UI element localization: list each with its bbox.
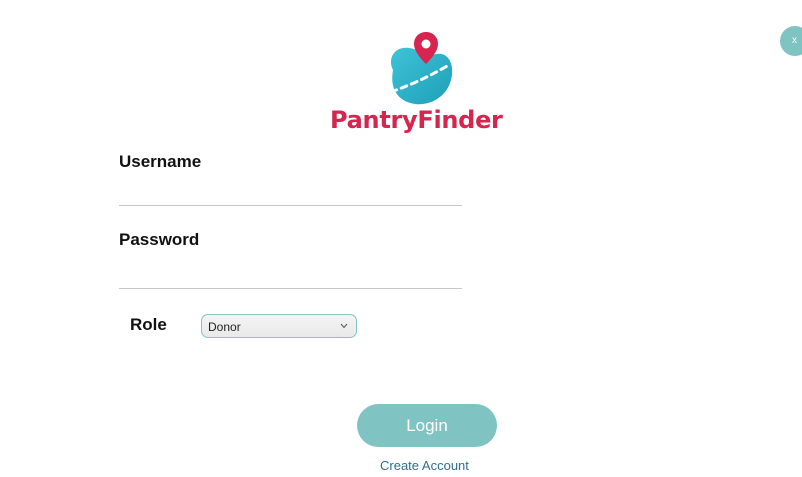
- username-label: Username: [119, 152, 202, 171]
- close-button[interactable]: x: [780, 26, 802, 56]
- role-selected-value: Donor: [208, 320, 241, 334]
- role-label: Role: [130, 315, 167, 334]
- create-account-link[interactable]: Create Account: [380, 458, 469, 473]
- close-icon: x: [792, 35, 797, 46]
- login-window: x PantryFinder Username Password Role Do…: [0, 0, 802, 477]
- password-input[interactable]: [119, 264, 462, 289]
- chevron-down-icon: [340, 323, 348, 329]
- brand-name: PantryFinder: [330, 106, 503, 134]
- password-label: Password: [119, 230, 200, 249]
- login-button[interactable]: Login: [357, 404, 497, 447]
- role-select[interactable]: Donor: [201, 314, 357, 338]
- map-pin-blob-icon: [389, 32, 453, 105]
- username-input[interactable]: [119, 181, 462, 206]
